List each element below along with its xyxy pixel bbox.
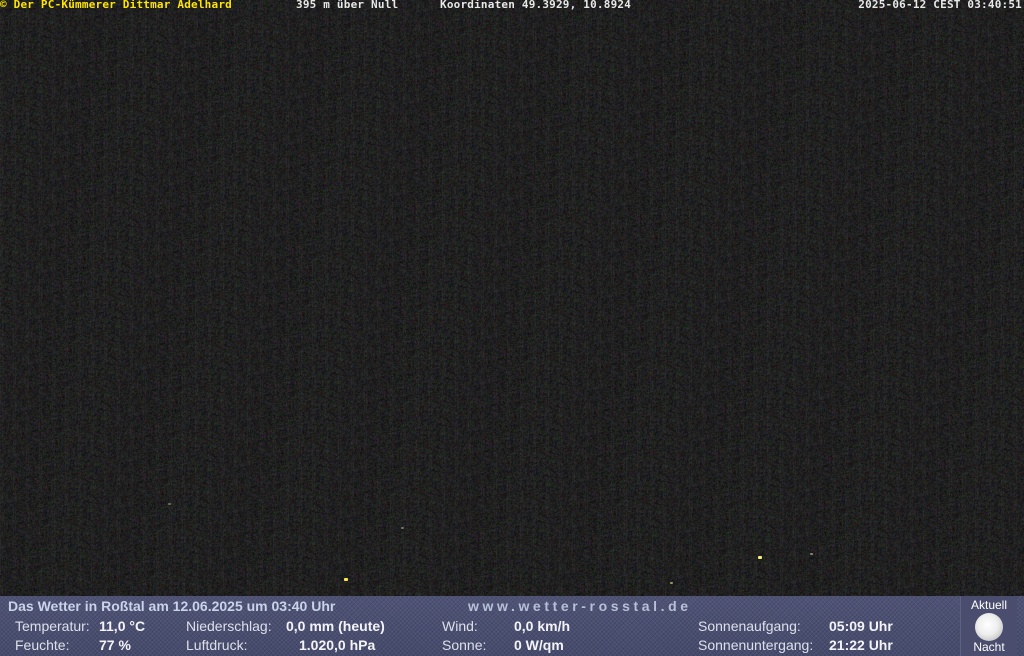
light-speck xyxy=(810,553,813,555)
precipitation-value: 0,0 mm (heute) xyxy=(286,618,385,634)
light-speck xyxy=(758,556,762,559)
weather-headline: Das Wetter in Roßtal am 12.06.2025 um 03… xyxy=(8,598,336,614)
altitude-readout: 395 m über Null xyxy=(296,0,399,11)
temperature-value: 11,0 °C xyxy=(99,618,146,634)
wind-value: 0,0 km/h xyxy=(514,618,571,634)
copyright-credit: © Der PC-Kümmerer Dittmar Adelhard xyxy=(0,0,232,11)
webcam-image: © Der PC-Kümmerer Dittmar Adelhard 395 m… xyxy=(0,0,1024,596)
coordinates-readout: Koordinaten 49.3929, 10.8924 xyxy=(440,0,632,11)
website-link[interactable]: www.wetter-rosstal.de xyxy=(468,598,692,614)
temperature-label: Temperatur: xyxy=(15,618,90,634)
moon-phase-box: Aktuell Nacht xyxy=(960,596,1017,656)
light-speck xyxy=(670,582,673,584)
humidity-label: Feuchte: xyxy=(15,637,70,653)
timestamp-readout: 2025-06-12 CEST 03:40:51 xyxy=(858,0,1022,11)
pressure-label: Luftdruck: xyxy=(186,637,248,653)
pressure-value: 1.020,0 hPa xyxy=(299,637,376,653)
humidity-value: 77 % xyxy=(99,637,131,653)
webcam-noise xyxy=(0,0,1024,596)
moon-current-label: Aktuell xyxy=(970,598,1008,612)
sunset-label: Sonnenuntergang: xyxy=(698,637,814,653)
sun-label: Sonne: xyxy=(442,637,487,653)
precipitation-label: Niederschlag: xyxy=(186,618,272,634)
light-speck xyxy=(168,503,171,505)
light-speck xyxy=(344,578,348,581)
wind-label: Wind: xyxy=(442,618,478,634)
full-moon-icon xyxy=(975,613,1003,641)
webcam-overlay: © Der PC-Kümmerer Dittmar Adelhard 395 m… xyxy=(0,0,1024,10)
light-speck xyxy=(401,527,404,529)
weather-panel: Das Wetter in Roßtal am 12.06.2025 um 03… xyxy=(0,596,1024,656)
sunset-value: 21:22 Uhr xyxy=(829,637,893,653)
sunrise-label: Sonnenaufgang: xyxy=(698,618,801,634)
sun-value: 0 W/qm xyxy=(514,637,564,653)
sunrise-value: 05:09 Uhr xyxy=(829,618,893,634)
moon-night-label: Nacht xyxy=(973,640,1005,654)
